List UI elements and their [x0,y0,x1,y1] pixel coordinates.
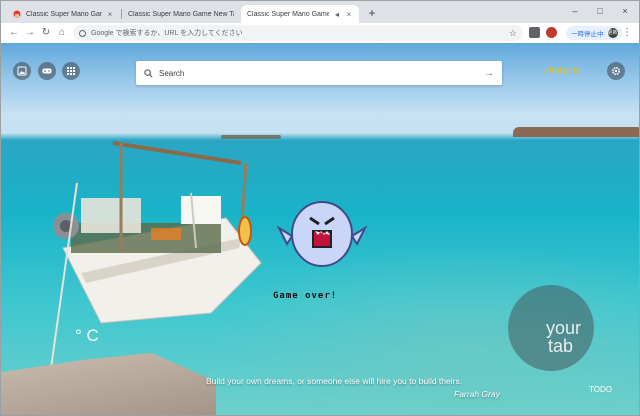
extension-icon[interactable] [529,27,540,38]
arrow-right-icon[interactable]: → [484,68,494,79]
maximize-icon[interactable]: □ [592,4,608,18]
game-over-text: Game over! [273,291,338,301]
tab-title: Classic Super Mario Game New Tab [26,10,102,18]
gamepad-icon[interactable] [38,62,56,80]
reload-icon[interactable]: ↻ [39,26,53,40]
plus-icon[interactable]: + [366,7,378,19]
browser-window: Classic Super Mario Game New Tab × Class… [0,0,640,416]
tab-title: Classic Super Mario Game New Tab [128,10,234,18]
stone-dock [1,353,216,415]
profile-paused-button[interactable]: 一時停止中 更新 [566,26,622,40]
speaker-icon[interactable]: ◂ [333,10,341,19]
pause-label: 一時停止中 [571,31,604,38]
mario-extension-icon[interactable] [546,27,557,38]
tab-2[interactable]: Classic Super Mario Game New Tab [122,5,240,23]
weather-temperature: ° C [75,326,99,345]
close-window-icon[interactable]: × [617,4,633,18]
browser-toolbar: ← → ↻ ⌂ Google で検索するか、URL を入力してください ☆ 一時… [1,23,639,43]
tab-3-active[interactable]: Classic Super Mario Game New Tab ◂ × [241,5,359,23]
omnibox[interactable]: Google で検索するか、URL を入力してください ☆ [73,25,523,41]
tab-close-icon[interactable]: × [106,10,114,19]
logo-line-1: your [546,318,582,338]
tab-1[interactable]: Classic Super Mario Game New Tab × [7,5,120,23]
yourtab-logo[interactable]: your tab [508,285,594,371]
omnibox-placeholder: Google で検索するか、URL を入力してください [91,30,243,37]
search-input[interactable]: Search [159,69,484,78]
new-tab-page: Search → ☆Rate Us Game over! ° C Build y… [1,43,639,415]
tab-strip: Classic Super Mario Game New Tab × Class… [1,1,639,23]
quote-author: Farrah Gray [454,389,500,399]
image-icon[interactable] [13,62,31,80]
back-icon[interactable]: ← [7,26,21,40]
mario-favicon-icon [13,10,21,18]
search-bar[interactable]: Search → [136,61,502,85]
tab-close-icon[interactable]: × [345,10,353,19]
forward-icon[interactable]: → [23,26,37,40]
todo-button[interactable]: TODO [589,385,612,394]
distant-coast [513,127,639,137]
bookmark-star-icon[interactable]: ☆ [509,28,517,39]
minimize-icon[interactable]: – [567,4,583,18]
tab-title: Classic Super Mario Game New Tab [247,10,329,18]
google-icon [79,29,86,37]
kebab-menu-icon[interactable]: ⋮ [622,26,632,40]
search-icon [144,68,153,78]
logo-line-2: tab [548,336,574,356]
quote-text: Build your own dreams, or someone else w… [206,376,463,386]
home-icon[interactable]: ⌂ [55,26,69,40]
fishing-boat-image [53,141,262,324]
gear-icon[interactable] [607,62,625,80]
boo-ghost-icon [277,201,367,267]
apps-grid-icon[interactable] [62,62,80,80]
rate-us-link[interactable]: ☆Rate Us [542,66,580,75]
avatar: 更新 [607,28,618,38]
